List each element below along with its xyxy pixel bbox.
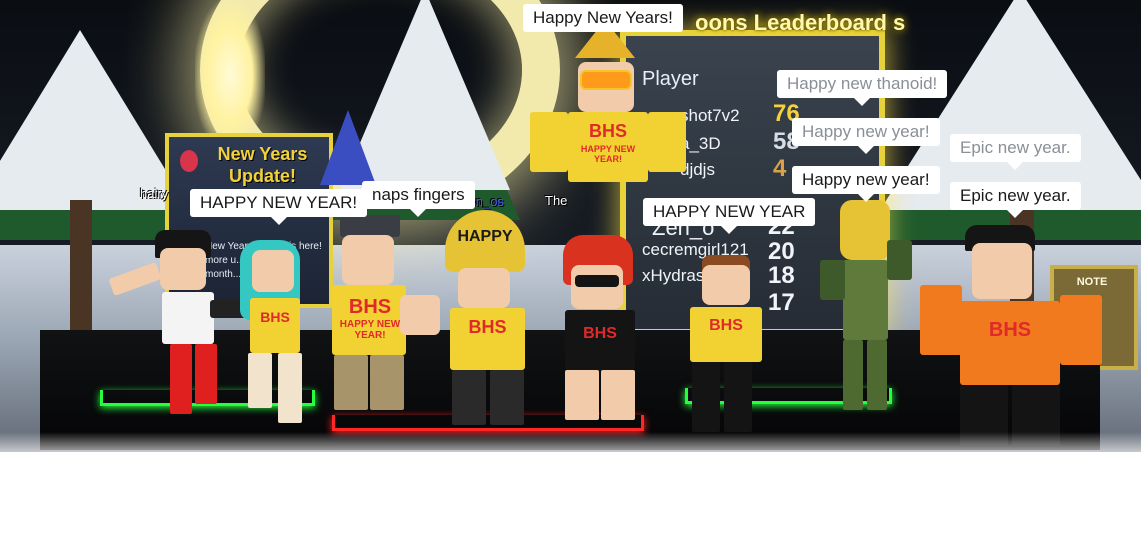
leaderboard-header: Player — [642, 68, 699, 90]
chat-bubble: Epic new year. — [950, 182, 1081, 218]
balloon-icon — [180, 150, 198, 172]
avatar-leg — [601, 370, 635, 420]
avatar-head — [342, 235, 394, 285]
avatar-leg — [565, 370, 599, 420]
shirt-slogan: HAPPY NEW YEAR! — [339, 319, 401, 341]
leaderboard-row-score: 4 — [773, 155, 787, 182]
avatar-leg — [195, 344, 217, 404]
avatar-torso — [250, 298, 300, 353]
avatar-head — [160, 248, 206, 290]
avatar-leg — [370, 355, 404, 410]
avatar-leg — [452, 370, 486, 425]
chat-bubble: naps fingers — [362, 181, 475, 217]
chat-bubble: HAPPY NEW YEAR — [643, 198, 816, 234]
update-title-line2: Update! — [229, 166, 296, 186]
note-sign-label: NOTE — [1076, 276, 1108, 288]
leaderboard-title: oons Leaderboard s — [695, 10, 906, 35]
leaderboard-row-score: 18 — [768, 262, 795, 289]
shirt-logo: BHS — [988, 319, 1032, 341]
update-title-line1: New Years — [217, 144, 308, 164]
avatar-torso — [690, 307, 762, 362]
game-viewport[interactable]: oons Leaderboard s Player shot7v2 76 a_3… — [0, 0, 1141, 533]
avatar-head — [972, 243, 1032, 299]
hat-text: HAPPY — [457, 228, 513, 245]
shirt-logo: BHS — [260, 309, 290, 325]
leaderboard-row-score: 17 — [768, 289, 795, 316]
chat-bubble: Happy New Years! — [523, 4, 683, 32]
avatar-leg — [490, 370, 524, 425]
avatar-arm — [400, 295, 440, 335]
arch-glow — [195, 0, 265, 150]
shirt-logo: BHS — [709, 317, 743, 334]
avatar-head — [458, 268, 510, 308]
chat-bubble: Happy new year! — [792, 118, 940, 154]
chat-bubble: HAPPY NEW YEAR! — [190, 189, 368, 225]
cap-icon — [340, 215, 400, 237]
chat-bubble: Happy new year! — [792, 166, 940, 202]
avatar-arm — [1060, 295, 1102, 365]
avatar-torso — [960, 301, 1060, 385]
avatar-leg — [334, 355, 368, 410]
shirt-logo: BHS — [468, 317, 507, 337]
leaderboard-row-name: a_3D — [680, 134, 721, 153]
avatar-arm — [530, 112, 568, 172]
avatar-leg — [724, 362, 752, 432]
avatar-torso — [162, 292, 214, 344]
avatar-leg — [867, 340, 887, 410]
avatar-leg — [843, 340, 863, 410]
avatar-arm — [887, 240, 912, 280]
sunglasses-icon — [575, 275, 619, 287]
avatar-torso — [843, 260, 888, 340]
avatar-head — [571, 265, 623, 309]
avatar-arm — [920, 285, 962, 355]
shirt-slogan: HAPPY NEW YEAR! — [580, 144, 636, 164]
chat-bubble: Epic new year. — [950, 134, 1081, 170]
shirt-logo: BHS — [348, 296, 392, 318]
chat-bubble: Happy new thanoid! — [777, 70, 948, 106]
avatar-head — [252, 250, 294, 292]
shirt-logo: BHS — [588, 121, 627, 141]
player-nametag: hairy — [140, 186, 169, 201]
avatar-leg — [692, 362, 720, 432]
avatar-arm — [820, 260, 845, 300]
avatar-leg — [248, 353, 272, 408]
goggles-icon — [580, 70, 632, 90]
player-nametag: The — [545, 193, 568, 208]
avatar-leg — [170, 344, 192, 414]
leaderboard-row-name: shot7v2 — [680, 106, 740, 125]
pine-tree-left-snow — [0, 30, 190, 210]
update-sign-title: New Years Update! — [200, 143, 325, 187]
avatar-head — [702, 265, 750, 305]
avatar-leg — [278, 353, 302, 423]
foreground-snow — [0, 452, 1141, 533]
avatar-arm — [648, 112, 686, 172]
mask-icon — [840, 200, 890, 260]
wizard-hat-icon — [320, 110, 376, 185]
tree-trunk-left — [70, 200, 92, 350]
shirt-logo: BHS — [583, 325, 617, 342]
